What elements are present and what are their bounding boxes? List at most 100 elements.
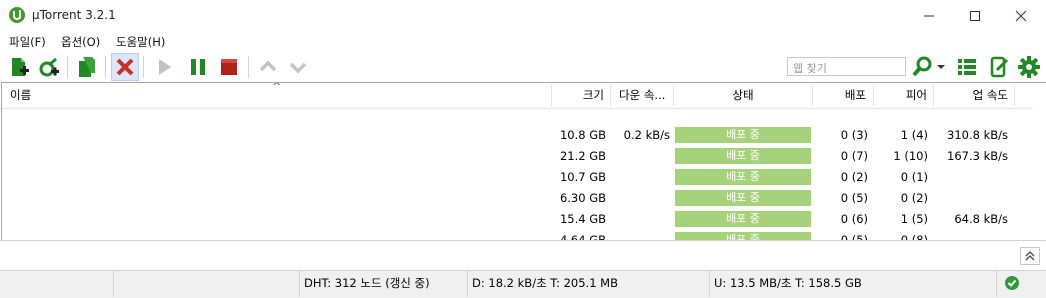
caret-down-icon [937, 65, 945, 69]
torrent-status: 배포 중 [675, 190, 811, 206]
torrent-up-speed [932, 188, 1008, 209]
torrent-size: 10.7 GB [559, 170, 606, 184]
torrent-seeds: 0 (6) [840, 212, 868, 226]
search-engine-dropdown[interactable] [933, 53, 949, 81]
search-button[interactable] [908, 53, 936, 81]
column-peers[interactable]: 피어 [874, 83, 929, 108]
column-name[interactable]: 이름 [10, 83, 550, 108]
torrent-size: 6.30 GB [559, 191, 606, 205]
torrent-peers: 1 (10) [893, 149, 928, 163]
torrent-peers: 1 (5) [900, 212, 928, 226]
remove-torrent-button[interactable] [111, 53, 139, 81]
torrent-size: 21.2 GB [559, 149, 606, 163]
torrent-status: 배포 중 [675, 127, 811, 143]
torrent-status: 배포 중 [675, 148, 811, 164]
torrent-down-speed [606, 146, 670, 167]
remote-device-button[interactable] [985, 53, 1013, 81]
torrent-seeds: 0 (5) [840, 233, 868, 240]
status-bar: DHT: 312 노드 (갱신 중) D: 18.2 kB/초 T: 205.1… [0, 270, 1046, 298]
torrent-size: 4.64 GB [559, 233, 606, 240]
double-chevron-up-icon [1025, 251, 1035, 261]
torrent-status: 배포 중 [675, 211, 811, 227]
create-torrent-button[interactable] [73, 53, 101, 81]
utorrent-logo-icon [9, 7, 25, 23]
torrent-size: 10.8 GB [559, 128, 606, 142]
torrent-down-speed: 0.2 kB/s [623, 128, 670, 142]
pause-icon [191, 59, 205, 75]
torrent-row[interactable]: 21.2 GB 배포 중 0 (7) 1 (10) 167.3 kB/s [2, 146, 1033, 167]
stop-icon [221, 59, 237, 75]
device-icon [990, 56, 1009, 78]
torrent-down-speed [606, 167, 670, 188]
torrent-down-speed [606, 209, 670, 230]
list-view-icon [958, 59, 976, 75]
web-search-input[interactable]: 웹 찾기 [787, 57, 906, 76]
column-status[interactable]: 상태 [674, 83, 812, 108]
menu-help[interactable]: 도움말(H) [116, 34, 165, 50]
status-section-empty [0, 271, 114, 297]
torrent-list: ^ 이름 크기 다운 속... 상태 배포 피어 업 속도 10.8 GB 0.… [1, 82, 1033, 240]
torrent-size: 15.4 GB [559, 212, 606, 226]
search-icon [912, 56, 932, 77]
torrent-status: 배포 중 [675, 232, 811, 240]
torrent-up-speed: 64.8 kB/s [954, 212, 1008, 226]
preferences-button[interactable] [1015, 53, 1043, 81]
torrent-row[interactable]: 10.7 GB 배포 중 0 (2) 0 (1) [2, 167, 1033, 188]
chevron-down-icon [289, 62, 307, 74]
torrent-up-speed [932, 167, 1008, 188]
torrent-list-header: ^ 이름 크기 다운 속... 상태 배포 피어 업 속도 [2, 83, 1033, 109]
move-up-button[interactable] [254, 53, 282, 81]
torrent-list-scrollbar[interactable] [1033, 82, 1046, 240]
column-down-speed[interactable]: 다운 속... [611, 83, 673, 108]
add-torrent-button[interactable] [5, 53, 33, 81]
torrent-down-speed [606, 230, 670, 240]
network-ok-icon[interactable] [1005, 276, 1019, 290]
column-seeds[interactable]: 배포 [813, 83, 868, 108]
add-link-icon [39, 57, 59, 77]
start-button[interactable] [150, 53, 178, 81]
menu-options[interactable]: 옵션(O) [61, 34, 100, 50]
gear-icon [1018, 56, 1040, 78]
torrent-peers: 0 (8) [900, 233, 928, 240]
torrent-up-speed: 167.3 kB/s [947, 149, 1008, 163]
web-search-placeholder: 웹 찾기 [793, 62, 827, 75]
close-button[interactable] [998, 0, 1044, 31]
torrent-row[interactable]: 4.64 GB 배포 중 0 (5) 0 (8) [2, 230, 1033, 240]
download-status: D: 18.2 kB/초 T: 205.1 MB [468, 271, 710, 297]
pause-button[interactable] [184, 53, 212, 81]
torrent-row[interactable]: 10.8 GB 0.2 kB/s 배포 중 0 (3) 1 (4) 310.8 … [2, 125, 1033, 146]
torrent-seeds: 0 (5) [840, 191, 868, 205]
column-up-speed[interactable]: 업 속도 [934, 83, 1010, 108]
move-down-button[interactable] [284, 53, 312, 81]
chevron-up-icon [259, 60, 277, 72]
column-size[interactable]: 크기 [552, 83, 606, 108]
torrent-seeds: 0 (3) [840, 128, 868, 142]
dht-status: DHT: 312 노드 (갱신 중) [300, 271, 468, 297]
add-torrent-icon [12, 58, 29, 76]
play-icon [159, 59, 171, 75]
create-torrent-icon [79, 57, 95, 77]
torrent-down-speed [606, 188, 670, 209]
upload-status: U: 13.5 MB/초 T: 158.5 GB [710, 271, 997, 297]
maximize-button[interactable] [952, 0, 998, 31]
add-torrent-url-button[interactable] [35, 53, 63, 81]
torrent-peers: 1 (4) [900, 128, 928, 142]
torrent-row[interactable]: 15.4 GB 배포 중 0 (6) 1 (5) 64.8 kB/s [2, 209, 1033, 230]
torrent-seeds: 0 (7) [840, 149, 868, 163]
status-section-blank [114, 271, 300, 297]
list-view-button[interactable] [953, 53, 981, 81]
torrent-peers: 0 (2) [900, 191, 928, 205]
remove-x-icon [116, 58, 134, 76]
torrent-peers: 0 (1) [900, 170, 928, 184]
minimize-button[interactable] [906, 0, 952, 31]
stop-button[interactable] [215, 53, 243, 81]
torrent-seeds: 0 (2) [840, 170, 868, 184]
window-title: µTorrent 3.2.1 [32, 8, 116, 22]
title-bar: µTorrent 3.2.1 [0, 0, 1046, 31]
torrent-row[interactable]: 6.30 GB 배포 중 0 (5) 0 (2) [2, 188, 1033, 209]
torrent-up-speed: 310.8 kB/s [947, 128, 1008, 142]
toggle-details-button[interactable] [1020, 247, 1040, 265]
menu-file[interactable]: 파일(F) [9, 34, 46, 50]
menu-bar: 파일(F) 옵션(O) 도움말(H) [0, 31, 1046, 51]
torrent-up-speed [932, 230, 1008, 240]
